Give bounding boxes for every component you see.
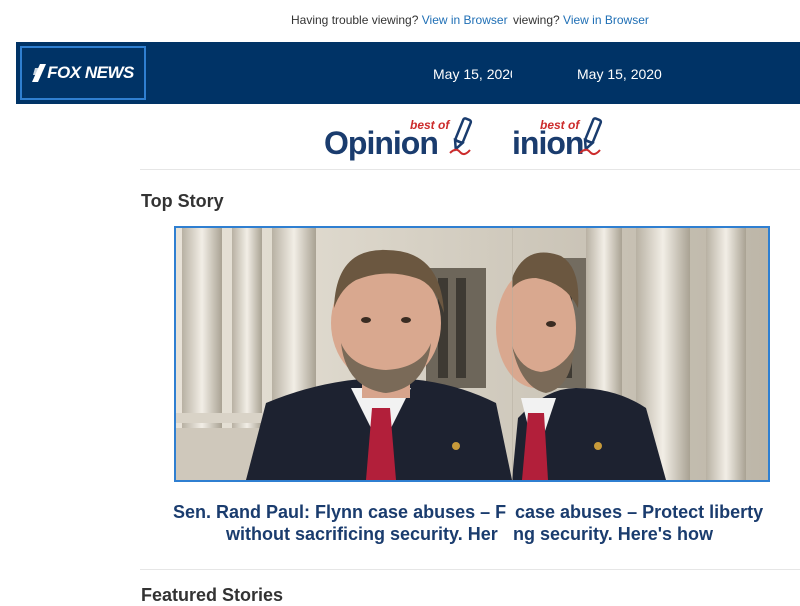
headline-line-1b: case abuses – Protect liberty: [515, 502, 764, 522]
featured-stories-heading: Featured Stories: [141, 585, 284, 605]
senator-photo-illustration: [176, 228, 768, 480]
pen-icon-2: [579, 117, 603, 156]
best-of-label-2: best of: [540, 118, 580, 132]
top-story-image[interactable]: [174, 226, 770, 482]
headline-segment-right: case abuses – Protect liberty ng securit…: [513, 501, 790, 545]
trouble-viewing-text-2: viewing?: [513, 13, 560, 27]
opinion-logo: Opinion best of: [322, 114, 482, 168]
view-in-browser-link[interactable]: View in Browser: [422, 13, 508, 27]
view-in-browser-segment-right: viewing? View in Browser: [513, 13, 649, 27]
divider: [140, 169, 800, 170]
masthead: FOX NEWS May 15, 2020 May 15, 2020: [16, 42, 800, 104]
fox-slash-icon: [32, 64, 47, 82]
best-of-opinion-banner: Opinion best of inion best of: [0, 114, 800, 168]
view-in-browser-segment-left: Having trouble viewing? View in Browser: [291, 13, 513, 27]
pen-icon: [449, 117, 473, 156]
headline-line-2: without sacrificing security. Her: [226, 524, 498, 544]
view-in-browser-bar: Having trouble viewing? View in Browser …: [0, 13, 800, 29]
fox-news-logo-text: FOX NEWS: [47, 63, 134, 82]
headline-segment-left: Sen. Rand Paul: Flynn case abuses – F wi…: [160, 501, 513, 545]
headline-line-2b: ng security. Here's how: [513, 524, 714, 544]
fox-news-logo[interactable]: FOX NEWS: [20, 46, 146, 100]
best-of-label: best of: [410, 118, 450, 132]
top-story-headline[interactable]: Sen. Rand Paul: Flynn case abuses – F wi…: [160, 501, 790, 545]
view-in-browser-link-2[interactable]: View in Browser: [563, 13, 649, 27]
opinion-logo-2: inion best of: [512, 114, 632, 168]
divider-2: [140, 569, 800, 570]
issue-date-2: May 15, 2020: [577, 66, 662, 82]
top-story-heading: Top Story: [141, 191, 224, 211]
trouble-viewing-text: Having trouble viewing?: [291, 13, 419, 27]
headline-line-1: Sen. Rand Paul: Flynn case abuses – F: [173, 502, 507, 522]
issue-date: May 15, 2020: [433, 66, 512, 82]
